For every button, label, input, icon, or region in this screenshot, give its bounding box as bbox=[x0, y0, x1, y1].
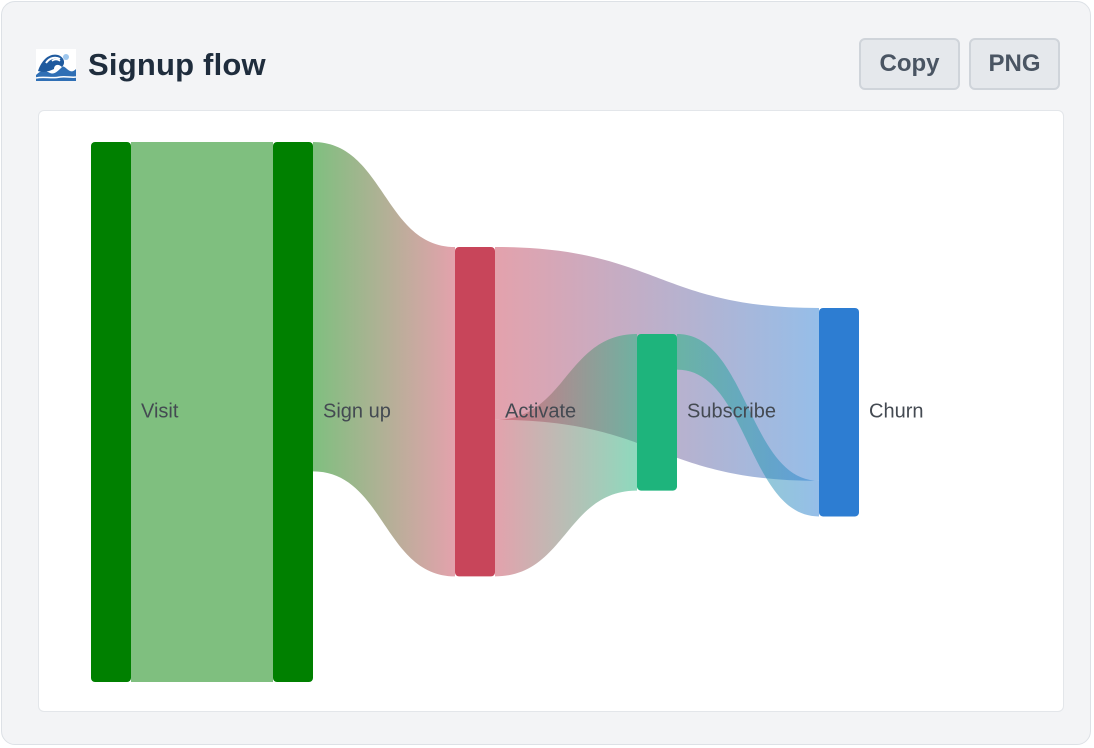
node-label-subscribe: Subscribe bbox=[687, 400, 776, 422]
node-visit[interactable] bbox=[91, 142, 131, 682]
wave-icon bbox=[36, 49, 76, 81]
node-subscribe[interactable] bbox=[637, 334, 677, 491]
card-header: Signup flow bbox=[36, 38, 266, 92]
node-label-visit: Visit bbox=[141, 400, 179, 422]
png-button[interactable]: PNG bbox=[969, 38, 1060, 90]
node-activate[interactable] bbox=[455, 247, 495, 577]
chart-panel: Visit Sign up Activate Subscribe Churn bbox=[38, 110, 1064, 712]
copy-button[interactable]: Copy bbox=[859, 38, 960, 90]
node-churn[interactable] bbox=[819, 308, 859, 517]
link-sign-up-to-activate[interactable] bbox=[313, 142, 455, 577]
sankey-chart: Visit Sign up Activate Subscribe Churn bbox=[91, 142, 923, 682]
chart-card: Signup flow Copy PNG Visit Sign up Activat… bbox=[1, 1, 1091, 745]
node-label-sign-up: Sign up bbox=[323, 400, 391, 422]
page-title: Signup flow bbox=[88, 47, 266, 82]
node-label-churn: Churn bbox=[869, 400, 923, 422]
node-label-activate: Activate bbox=[505, 400, 576, 422]
node-sign-up[interactable] bbox=[273, 142, 313, 682]
